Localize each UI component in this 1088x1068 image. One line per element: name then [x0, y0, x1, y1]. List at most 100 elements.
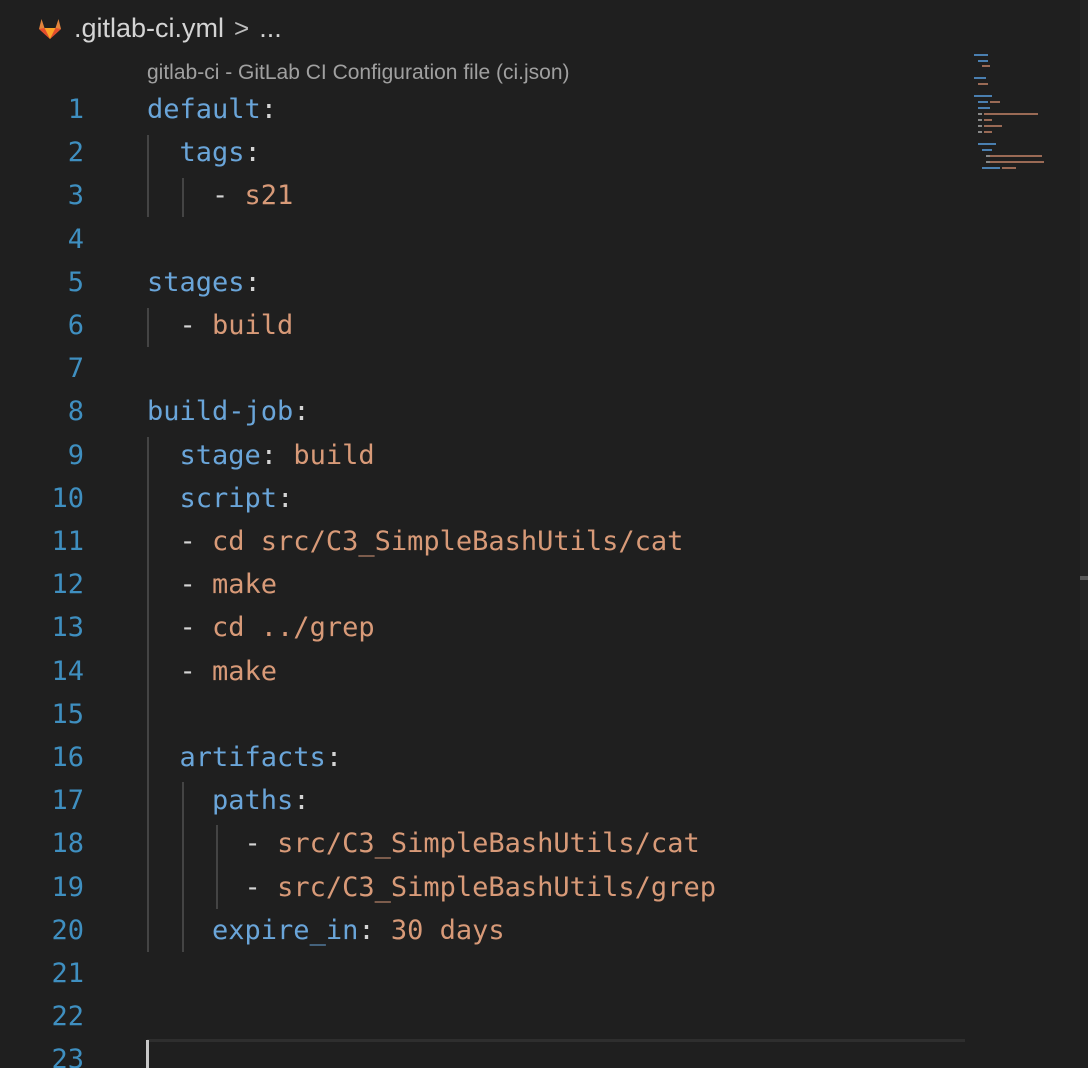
yaml-key: script — [179, 482, 278, 514]
line-number: 11 — [51, 526, 84, 557]
line-number: 17 — [51, 785, 84, 817]
code-line[interactable]: 21 — [0, 952, 970, 995]
code-line[interactable]: 22 — [0, 995, 970, 1038]
schema-codelens[interactable]: gitlab-ci - GitLab CI Configuration file… — [147, 58, 570, 88]
line-content[interactable]: stage: build — [147, 434, 375, 477]
list-dash: - — [179, 612, 213, 644]
yaml-value: src/C3_SimpleBashUtils/grep — [277, 871, 716, 903]
code-line[interactable]: 18 - src/C3_SimpleBashUtils/cat — [0, 822, 970, 865]
key-separator: : — [293, 785, 310, 817]
line-number: 16 — [51, 742, 84, 773]
vertical-scrollbar-track[interactable] — [1080, 0, 1088, 650]
line-number: 8 — [67, 396, 84, 428]
list-dash: - — [179, 655, 213, 687]
line-number: 3 — [67, 180, 84, 212]
line-content[interactable]: stages: — [147, 261, 261, 304]
line-content[interactable]: script: — [147, 477, 294, 520]
yaml-value: make — [212, 569, 278, 601]
line-number: 6 — [67, 310, 84, 341]
line-content[interactable]: - make — [147, 563, 278, 606]
code-line[interactable]: 11 - cd src/C3_SimpleBashUtils/cat — [0, 520, 970, 563]
line-content[interactable]: paths: — [147, 779, 310, 822]
yaml-key: default — [147, 94, 261, 125]
code-line[interactable]: 4 — [0, 218, 970, 261]
yaml-key: paths — [212, 785, 294, 817]
code-line[interactable]: 17 paths: — [0, 779, 970, 822]
line-number: 18 — [51, 828, 84, 860]
code-line[interactable]: 7 — [0, 347, 970, 390]
breadcrumb-file[interactable]: .gitlab-ci.yml — [74, 13, 224, 44]
yaml-value: s21 — [244, 180, 294, 212]
code-line[interactable]: 2 tags: — [0, 131, 970, 174]
key-separator: : — [260, 94, 278, 125]
yaml-value: cd ../grep — [212, 612, 375, 644]
text-cursor — [146, 1040, 149, 1068]
line-content[interactable]: - cd src/C3_SimpleBashUtils/cat — [147, 520, 684, 563]
minimap[interactable] — [970, 50, 1050, 180]
line-content[interactable]: - s21 — [147, 174, 293, 217]
code-line[interactable]: 3 - s21 — [0, 174, 970, 217]
line-content[interactable]: tags: — [147, 131, 261, 174]
yaml-key: artifacts — [179, 742, 326, 773]
line-number: 10 — [51, 482, 84, 514]
line-number: 1 — [67, 94, 84, 125]
line-number: 13 — [51, 612, 84, 644]
breadcrumb-more[interactable]: ... — [259, 13, 282, 44]
line-number: 5 — [67, 266, 84, 298]
code-line[interactable]: 19 - src/C3_SimpleBashUtils/grep — [0, 866, 970, 909]
yaml-value: 30 days — [390, 914, 505, 946]
line-content[interactable]: default: — [147, 88, 277, 131]
list-dash: - — [212, 180, 245, 212]
indent-guide — [147, 308, 149, 347]
yaml-value: cd src/C3_SimpleBashUtils/cat — [212, 526, 684, 557]
vertical-scrollbar-thumb[interactable] — [1080, 576, 1088, 580]
code-line[interactable]: 16 artifacts: — [0, 736, 970, 779]
line-content[interactable]: - src/C3_SimpleBashUtils/grep — [147, 866, 716, 909]
line-number: 2 — [67, 137, 84, 169]
line-content[interactable]: - cd ../grep — [147, 606, 375, 649]
line-content[interactable]: - make — [147, 650, 278, 693]
yaml-key: stages — [147, 266, 245, 298]
line-content[interactable]: artifacts: — [147, 736, 343, 779]
line-content[interactable]: build-job: — [147, 390, 310, 433]
line-number: 15 — [51, 698, 84, 730]
line-number: 9 — [67, 439, 84, 471]
yaml-key: tags — [179, 137, 245, 169]
code-line[interactable]: 13 - cd ../grep — [0, 606, 970, 649]
code-line[interactable]: 1 default: — [0, 88, 970, 131]
line-number: 7 — [67, 353, 84, 385]
chevron-right-icon: > — [234, 12, 250, 43]
line-number: 22 — [51, 1001, 84, 1033]
line-number: 20 — [51, 914, 84, 946]
code-line[interactable]: 5 stages: — [0, 261, 970, 304]
code-line[interactable]: 15 — [0, 693, 970, 736]
code-line[interactable]: 6 - build — [0, 304, 970, 347]
yaml-key: expire_in — [212, 914, 359, 946]
code-line[interactable]: 10 script: — [0, 477, 970, 520]
code-line[interactable]: 12 - make — [0, 563, 970, 606]
gitlab-icon — [36, 14, 64, 42]
line-content[interactable]: expire_in: 30 days — [147, 909, 505, 952]
list-dash: - — [179, 310, 213, 341]
line-content[interactable]: - build — [147, 304, 294, 347]
code-line[interactable]: 8 build-job: — [0, 390, 970, 433]
line-number: 21 — [51, 958, 84, 989]
code-line[interactable]: 20 expire_in: 30 days — [0, 909, 970, 952]
line-number: 4 — [67, 223, 84, 255]
code-editor[interactable]: 1 default: 2 tags: 3 - s21 4 5 stages: 6 - buil… — [0, 88, 970, 1068]
code-line[interactable]: 9 stage: build — [0, 434, 970, 477]
code-line[interactable]: 14 - make — [0, 650, 970, 693]
line-number: 12 — [51, 569, 84, 601]
line-content[interactable]: - src/C3_SimpleBashUtils/cat — [147, 822, 700, 865]
